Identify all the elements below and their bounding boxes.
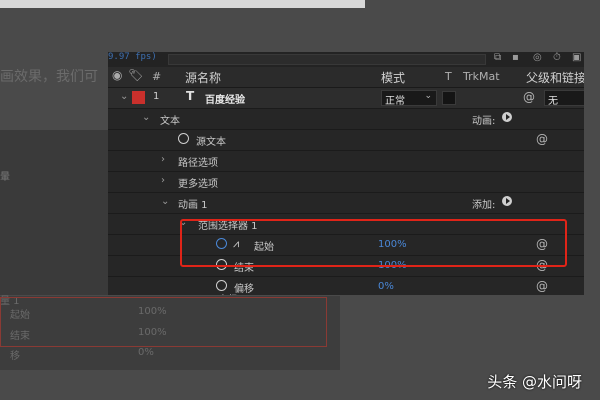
chevron-down-icon[interactable]: ⌄ xyxy=(142,112,150,123)
background-strip xyxy=(0,0,365,8)
background-left-panel xyxy=(0,130,108,295)
search-field[interactable] xyxy=(168,54,486,65)
path-options-label: 路径选项 xyxy=(178,158,218,169)
animator-row[interactable]: ⌄ 动画 1 添加: xyxy=(108,193,584,214)
animate-play-icon[interactable] xyxy=(502,112,512,122)
offset-value[interactable]: 0% xyxy=(378,281,394,292)
background-text: 画效果，我们可 xyxy=(0,69,98,85)
source-text-label: 源文本 xyxy=(196,137,226,148)
background-row-value: 0% xyxy=(138,347,154,358)
parent-header[interactable]: 父级和链接 xyxy=(526,69,584,86)
background-row-label: 移 xyxy=(10,351,20,362)
eye-icon[interactable]: ◉ xyxy=(112,68,122,82)
layer-row[interactable]: ⌄ 1 T 百度经验 正常 ⌄ @ 无 xyxy=(108,88,584,109)
source-name-header[interactable]: 源名称 xyxy=(185,69,221,86)
parent-select[interactable]: 无 xyxy=(544,90,584,107)
text-layer-icon: T xyxy=(186,89,195,103)
more-options-label: 更多选项 xyxy=(178,179,218,190)
highlight-box xyxy=(180,219,567,267)
pickwhip-icon[interactable]: @ xyxy=(536,279,548,293)
graph-icon[interactable]: ▣ xyxy=(572,52,581,63)
stopwatch-icon[interactable] xyxy=(216,280,227,291)
background-highlight-box xyxy=(0,297,327,347)
composition-icon[interactable]: ⧉ xyxy=(494,52,501,63)
add-play-icon[interactable] xyxy=(502,196,512,206)
text-group-label: 文本 xyxy=(160,116,180,127)
mode-value: 正常 xyxy=(385,96,405,107)
layer-icon[interactable]: ▪ xyxy=(512,52,519,63)
chevron-down-icon: ⌄ xyxy=(424,91,432,101)
offset-row[interactable]: 偏移 0% @ xyxy=(108,277,584,295)
column-header: ◉ 🏷 # 源名称 模式 T TrkMat 父级和链接 xyxy=(108,67,584,88)
trkmat-checkbox[interactable] xyxy=(442,91,456,105)
text-group-row[interactable]: ⌄ 文本 动画: xyxy=(108,109,584,130)
stopwatch-icon[interactable]: ⏱ xyxy=(553,52,561,63)
path-options-row[interactable]: › 路径选项 xyxy=(108,151,584,172)
layer-color-swatch[interactable] xyxy=(132,91,145,104)
animator-label: 动画 1 xyxy=(178,200,208,211)
animate-label: 动画: xyxy=(472,116,496,127)
chevron-right-icon[interactable]: › xyxy=(200,292,204,295)
advanced-label: 高级 xyxy=(218,291,238,295)
source-text-row[interactable]: 源文本 @ xyxy=(108,130,584,151)
mode-header[interactable]: 模式 xyxy=(381,69,405,86)
chevron-right-icon[interactable]: › xyxy=(161,175,165,186)
watermark: 头条 @水问呀 xyxy=(487,373,582,391)
layer-number-header: # xyxy=(152,70,162,83)
label-tag-icon[interactable]: 🏷 xyxy=(128,68,143,82)
background-left-word: 暈 xyxy=(0,172,10,183)
trkmat-header[interactable]: TrkMat xyxy=(463,70,500,83)
add-label: 添加: xyxy=(472,200,496,211)
layer-name[interactable]: 百度经验 xyxy=(205,91,245,106)
more-options-row[interactable]: › 更多选项 xyxy=(108,172,584,193)
pickwhip-icon[interactable]: @ xyxy=(536,132,548,146)
layer-number: 1 xyxy=(153,91,160,102)
chevron-right-icon[interactable]: › xyxy=(161,154,165,165)
fps-readout: 9.97 fps) xyxy=(108,52,157,62)
t-header: T xyxy=(445,70,452,83)
pickwhip-icon[interactable]: @ xyxy=(523,90,535,104)
stopwatch-icon[interactable] xyxy=(178,133,189,144)
chevron-down-icon[interactable]: ⌄ xyxy=(120,91,128,102)
motion-icon[interactable]: ◎ xyxy=(533,52,542,63)
parent-value: 无 xyxy=(548,96,558,107)
mode-select[interactable]: 正常 ⌄ xyxy=(381,90,437,107)
chevron-down-icon[interactable]: ⌄ xyxy=(161,196,169,207)
